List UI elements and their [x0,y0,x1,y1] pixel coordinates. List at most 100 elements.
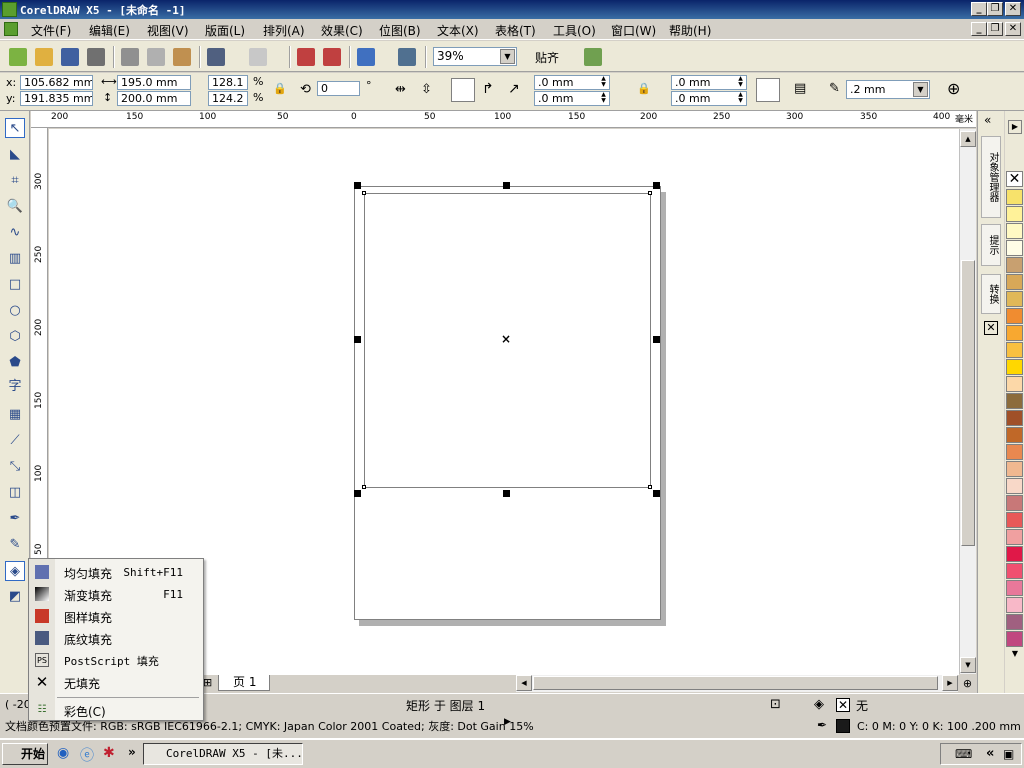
selection-handle[interactable] [354,490,361,497]
browser-icon[interactable]: ◉ [57,745,69,761]
color-swatch[interactable] [1006,478,1023,494]
scrollbar-thumb[interactable] [533,676,938,690]
spin-arrows-icon[interactable]: ▲ ▼ [598,76,609,89]
close-docker-icon[interactable]: ✕ [984,321,998,335]
zoom-navigator-icon[interactable]: ⊕ [959,675,976,692]
spin-arrows-icon[interactable]: ▲ ▼ [735,92,746,105]
doc-close-button[interactable]: ✕ [1005,22,1021,36]
color-swatch[interactable] [1006,546,1023,562]
fill-tool-icon[interactable]: ◈ [5,561,25,581]
menu-effects[interactable]: 效果(C) [321,22,363,39]
scale-x-field[interactable]: 128.1 [208,75,248,90]
menu-item-uniform-fill[interactable]: 均匀填充 Shift+F11 [29,561,203,583]
outline-tool-icon[interactable]: ✎ [5,535,25,555]
round-corner-button[interactable] [451,78,475,102]
scrollbar-thumb[interactable] [961,260,975,546]
crop-tool-icon[interactable]: ⌗ [5,171,25,191]
corner-radius-bottom-right[interactable]: .0 mm ▲ ▼ [671,91,747,106]
no-fill-swatch-icon[interactable]: ✕ [836,698,850,712]
selection-handle[interactable] [503,182,510,189]
color-swatch[interactable] [1006,240,1023,256]
expand-tray-icon[interactable]: « [986,746,994,761]
color-swatch[interactable] [1006,274,1023,290]
more-quicklaunch-icon[interactable]: » [128,745,136,759]
corner-node[interactable] [362,485,366,489]
keyboard-icon[interactable]: ⌨ [955,747,972,761]
spin-arrows-icon[interactable]: ▲ ▼ [598,92,609,105]
color-swatch[interactable] [1006,223,1023,239]
chevron-down-icon[interactable]: ▼ [500,49,515,64]
menu-item-fountain-fill[interactable]: 渐变填充 F11 [29,583,203,605]
color-swatch[interactable] [1006,325,1023,341]
eyedropper-tool-icon[interactable]: ✒ [5,509,25,529]
docker-tab-hints[interactable]: 提示 [981,224,1001,266]
interactive-fill-tool-icon[interactable]: ◩ [5,587,25,607]
scale-y-field[interactable]: 124.2 [208,91,248,106]
corner-node[interactable] [362,191,366,195]
vertical-scrollbar[interactable]: ▲ ▼ [959,129,976,674]
import-icon[interactable] [297,48,315,66]
lock-ratio-icon[interactable]: 🔒 [273,82,287,95]
palette-scroll-down-icon[interactable]: ▼ [1008,649,1022,661]
corner-radius-bottom-left[interactable]: .0 mm ▲ ▼ [534,91,610,106]
close-button[interactable]: ✕ [1005,2,1021,16]
spin-arrows-icon[interactable]: ▲ ▼ [735,76,746,89]
palette-scroll-up-icon[interactable]: ▶ [1008,120,1022,134]
color-swatch[interactable] [1006,359,1023,375]
color-swatch[interactable] [1006,257,1023,273]
color-swatch[interactable] [1006,461,1023,477]
export-icon[interactable] [323,48,341,66]
corner-radius-top-left[interactable]: .0 mm ▲ ▼ [534,75,610,90]
lock-corners-icon[interactable]: 🔒 [637,82,651,95]
connector-tool-icon[interactable]: ⤡ [5,457,25,477]
docker-tab-transform[interactable]: 转换 [981,274,1001,314]
relative-corner-scaling-button[interactable] [756,78,780,102]
page-tab[interactable]: 页 1 [218,675,270,691]
color-swatch[interactable] [1006,393,1023,409]
color-swatch[interactable] [1006,563,1023,579]
start-button[interactable]: 开始 [2,743,48,765]
selection-handle[interactable] [653,182,660,189]
mirror-horizontal-icon[interactable]: ⇹ [395,82,406,97]
color-swatch[interactable] [1006,308,1023,324]
smart-fill-tool-icon[interactable]: ▥ [5,249,25,269]
collapse-dockers-icon[interactable]: « [984,113,991,127]
new-icon[interactable] [9,48,27,66]
menu-arrange[interactable]: 排列(A) [263,22,305,39]
zoom-tool-icon[interactable]: 🔍 [5,197,25,217]
scroll-down-icon[interactable]: ▼ [960,657,976,673]
wrap-text-icon[interactable]: ▤ [794,81,806,96]
convert-to-curves-icon[interactable]: ⊕ [947,79,960,98]
maximize-button[interactable]: ❐ [987,2,1003,16]
zoom-level-select[interactable]: 39% ▼ [433,47,517,66]
mirror-vertical-icon[interactable]: ⇳ [421,82,432,97]
pick-tool-icon[interactable]: ↖ [5,118,25,138]
application-launcher-icon[interactable] [357,48,375,66]
polygon-tool-icon[interactable]: ⬡ [5,327,25,347]
horizontal-ruler[interactable]: 200 150 100 50 0 50 100 150 200 250 300 … [31,111,976,128]
text-tool-icon[interactable]: 字 [5,377,25,397]
selection-handle[interactable] [503,490,510,497]
menu-edit[interactable]: 编辑(E) [89,22,130,39]
ellipse-tool-icon[interactable]: ○ [5,301,25,321]
redo-icon[interactable] [249,48,267,66]
menu-view[interactable]: 视图(V) [147,22,189,39]
ie-icon[interactable]: ⓔ [80,745,94,765]
menu-tools[interactable]: 工具(O) [553,22,596,39]
color-swatch[interactable] [1006,342,1023,358]
color-swatch[interactable] [1006,597,1023,613]
selection-handle[interactable] [653,490,660,497]
blend-tool-icon[interactable]: ◫ [5,483,25,503]
quicklaunch-icon[interactable]: ✱ [103,745,115,761]
menu-item-postscript-fill[interactable]: PS PostScript 填充 [29,649,203,671]
color-swatch[interactable] [1006,189,1023,205]
color-swatch[interactable] [1006,529,1023,545]
x-position-field[interactable]: 105.682 mm [20,75,93,90]
doc-minimize-button[interactable]: _ [971,22,987,36]
scroll-up-icon[interactable]: ▲ [960,131,976,147]
menu-help[interactable]: 帮助(H) [669,22,711,39]
menu-item-texture-fill[interactable]: 底纹填充 [29,627,203,649]
freehand-tool-icon[interactable]: ∿ [5,223,25,243]
dimension-tool-icon[interactable]: ⟋ [5,431,25,451]
scroll-left-icon[interactable]: ◀ [516,675,532,691]
